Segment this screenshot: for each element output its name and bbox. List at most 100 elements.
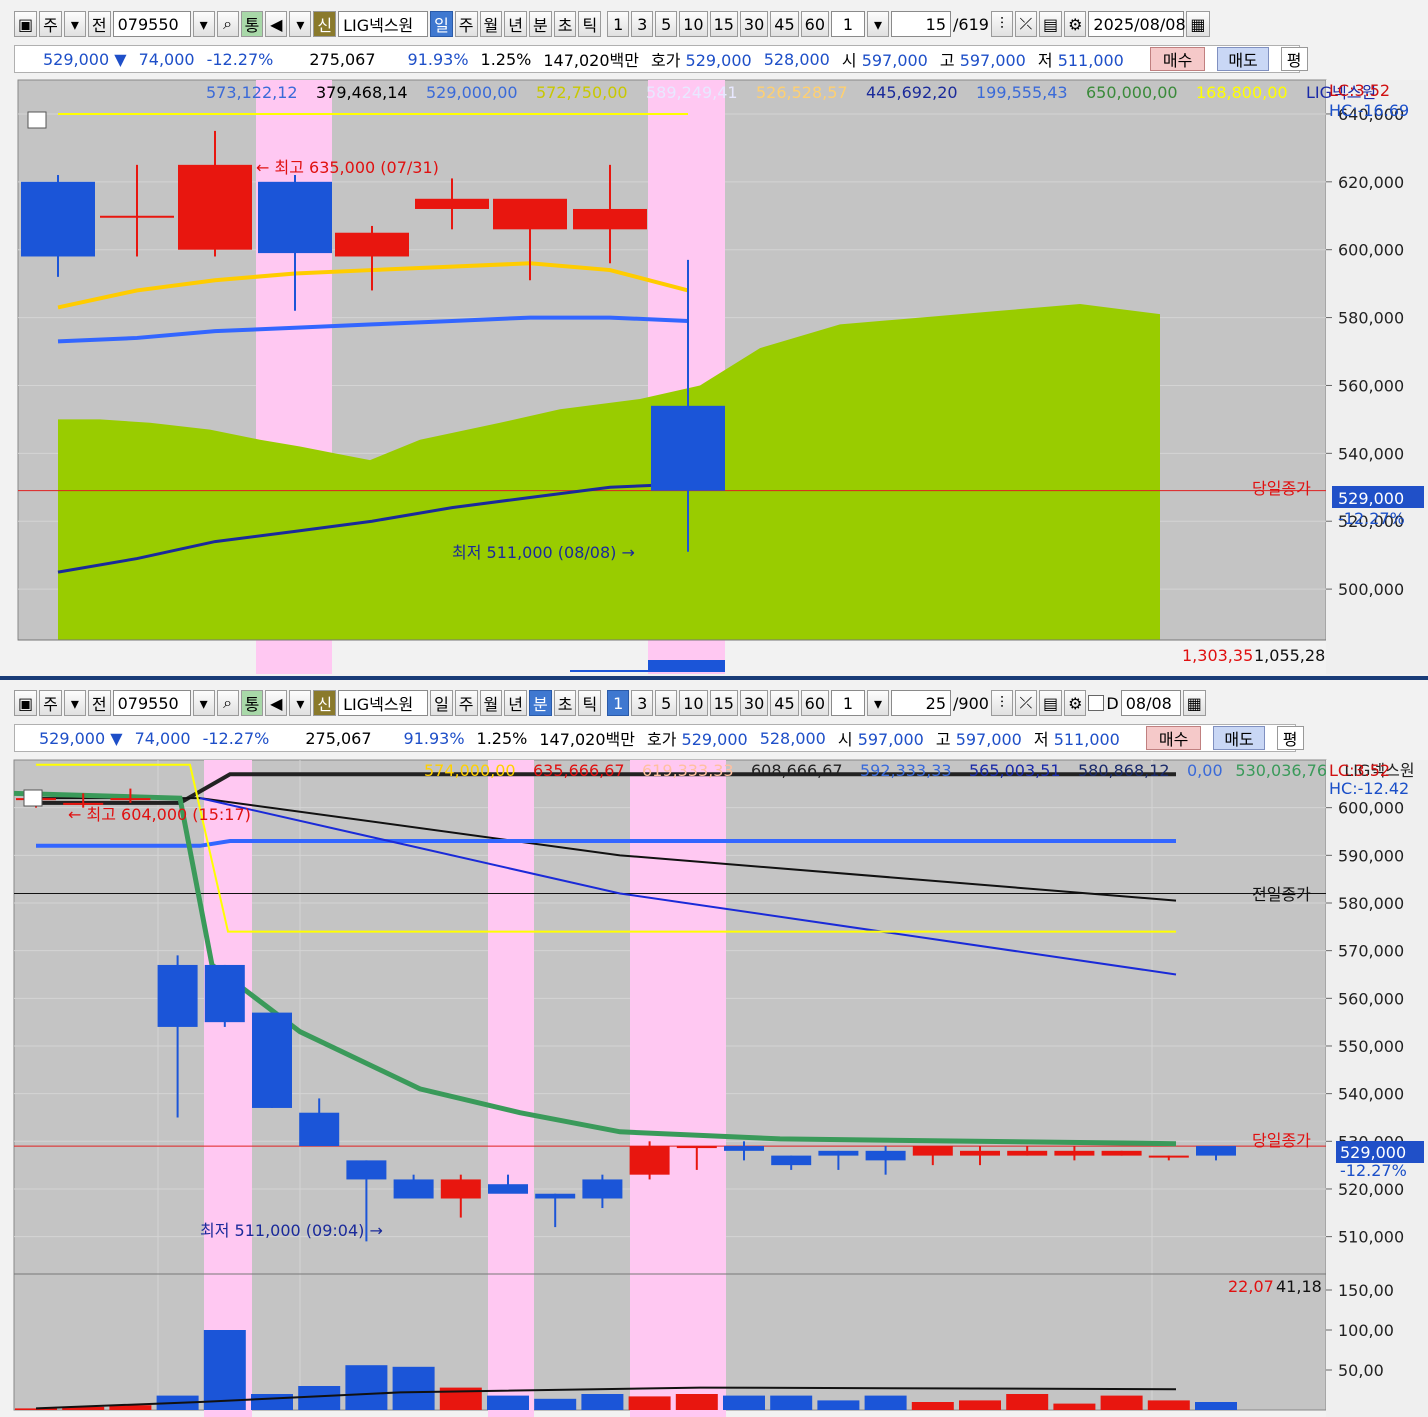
low-label: 저 [1037, 51, 1053, 70]
volume-bar [570, 670, 648, 672]
speaker-icon[interactable]: ◀ [265, 690, 288, 716]
tab-minute-5[interactable]: 30 [739, 690, 769, 716]
tab-minute-5[interactable]: 30 [739, 11, 769, 37]
gear-icon[interactable]: ⚙ [1064, 690, 1087, 716]
tab-period-0[interactable]: 일 [430, 11, 453, 37]
chevron-down-icon[interactable]: ▾ [289, 11, 312, 37]
code-input[interactable]: 079550 [112, 690, 191, 716]
tab-minute-7[interactable]: 60 [800, 690, 829, 716]
search-icon[interactable]: ⌕ [216, 690, 239, 716]
date-input[interactable]: 2025/08/08 [1088, 11, 1186, 37]
y-tick-label: 510,000 [1338, 1228, 1404, 1247]
tong-button[interactable]: 통 [240, 11, 264, 37]
count-input[interactable]: 1 [831, 690, 865, 716]
tab-minute-4[interactable]: 15 [709, 690, 738, 716]
volume-bar [203, 1330, 246, 1410]
average-button[interactable]: 평 [1276, 726, 1304, 750]
tab-minute-6[interactable]: 45 [770, 11, 799, 37]
tab-period-4[interactable]: 분 [529, 11, 552, 37]
tab-period-0[interactable]: 일 [430, 690, 453, 716]
code-input[interactable]: 079550 [112, 11, 191, 37]
gear-icon[interactable]: ⚙ [1064, 11, 1087, 37]
price: 529,000 [39, 728, 106, 748]
chevron-down-icon[interactable]: ▾ [192, 11, 215, 37]
layout-icon[interactable]: ▣ [14, 690, 38, 716]
daily-chart: 640,000620,000600,000580,000560,000540,0… [17, 79, 1428, 674]
tab-period-1[interactable]: 주 [454, 690, 478, 716]
candle-body [1101, 1150, 1142, 1156]
chevron-down-icon[interactable]: ▾ [867, 11, 889, 37]
calendar-icon[interactable]: ▦ [1182, 690, 1206, 716]
tab-period-5[interactable]: 초 [553, 11, 577, 37]
candle-icon[interactable]: ⫶ [990, 11, 1013, 37]
tab-minute-3[interactable]: 10 [679, 690, 708, 716]
sell-button[interactable]: 매도 [1213, 726, 1265, 750]
y-tick-label: 580,000 [1338, 894, 1404, 913]
high: 597,000 [955, 730, 1022, 749]
save-icon[interactable]: ▤ [1038, 690, 1063, 716]
tab-minute-4[interactable]: 15 [709, 11, 738, 37]
tab-minute-6[interactable]: 45 [770, 690, 799, 716]
tab-period-6[interactable]: 틱 [578, 11, 602, 37]
calendar-icon[interactable]: ▦ [1186, 11, 1210, 37]
tab-minute-2[interactable]: 5 [655, 11, 678, 37]
prev-button[interactable]: 전 [87, 11, 111, 37]
tab-minute-0[interactable]: 1 [607, 690, 630, 716]
open-label: 시 [837, 730, 853, 749]
speaker-icon[interactable]: ◀ [265, 11, 288, 37]
tab-minute-1[interactable]: 3 [631, 11, 654, 37]
buy-button[interactable]: 매수 [1145, 726, 1202, 750]
date-input[interactable]: 08/08 [1120, 690, 1181, 716]
candle-icon[interactable]: ⫶ [990, 690, 1013, 716]
crosshair-icon[interactable]: ⤫ [1014, 11, 1037, 37]
tab-period-1[interactable]: 주 [454, 11, 478, 37]
volume-bar [817, 1400, 860, 1410]
tab-period-5[interactable]: 초 [553, 690, 577, 716]
tab-minute-2[interactable]: 5 [655, 690, 678, 716]
candle-body [818, 1150, 859, 1156]
buy-button[interactable]: 매수 [1149, 47, 1206, 71]
type-select[interactable]: 주 [39, 690, 62, 716]
average-button[interactable]: 평 [1280, 47, 1308, 71]
candle-body [724, 1146, 764, 1151]
bid1: 529,000 [681, 730, 748, 749]
tab-minute-7[interactable]: 60 [800, 11, 829, 37]
save-icon[interactable]: ▤ [1038, 11, 1063, 37]
highlight-band [630, 760, 726, 1417]
type-select[interactable]: 주 [39, 11, 62, 37]
tab-period-3[interactable]: 년 [504, 11, 527, 37]
tab-period-3[interactable]: 년 [504, 690, 527, 716]
chevron-down-icon[interactable]: ▾ [63, 690, 86, 716]
tong-button[interactable]: 통 [240, 690, 264, 716]
stock-name: LIG넥스원 [338, 690, 429, 716]
chevron-down-icon[interactable]: ▾ [867, 690, 889, 716]
candle-body [629, 1146, 670, 1175]
tab-minute-0[interactable]: 1 [607, 11, 630, 37]
tab-period-2[interactable]: 월 [479, 690, 503, 716]
sell-button[interactable]: 매도 [1217, 47, 1269, 71]
tab-minute-1[interactable]: 3 [631, 690, 654, 716]
tab-minute-3[interactable]: 10 [679, 11, 708, 37]
volume-bar [298, 1386, 341, 1410]
chevron-down-icon[interactable]: ▾ [289, 690, 312, 716]
d-checkbox[interactable] [1088, 695, 1105, 711]
tab-period-2[interactable]: 월 [479, 11, 503, 37]
layout-icon[interactable]: ▣ [14, 11, 38, 37]
vol-tick-label: 50,00 [1338, 1361, 1384, 1380]
tab-period-4[interactable]: 분 [529, 690, 552, 716]
tab-period-6[interactable]: 틱 [578, 690, 602, 716]
chevron-down-icon[interactable]: ▾ [192, 690, 215, 716]
candle-body [157, 964, 198, 1027]
page-input[interactable]: 25 [891, 690, 951, 716]
lc-label: LC:3.52 [1329, 761, 1390, 780]
candle-body [393, 1179, 434, 1199]
count-input[interactable]: 1 [831, 11, 865, 37]
prev-button[interactable]: 전 [87, 690, 111, 716]
y-tick-label: 560,000 [1338, 376, 1404, 395]
quote-bar: 529,000 ▼ 74,000 -12.27% 275,067 91.93% … [14, 45, 1308, 73]
page-input[interactable]: 15 [891, 11, 951, 37]
chevron-down-icon[interactable]: ▾ [63, 11, 86, 37]
crosshair-icon[interactable]: ⤫ [1014, 690, 1037, 716]
search-icon[interactable]: ⌕ [216, 11, 239, 37]
open-label: 시 [841, 51, 857, 70]
